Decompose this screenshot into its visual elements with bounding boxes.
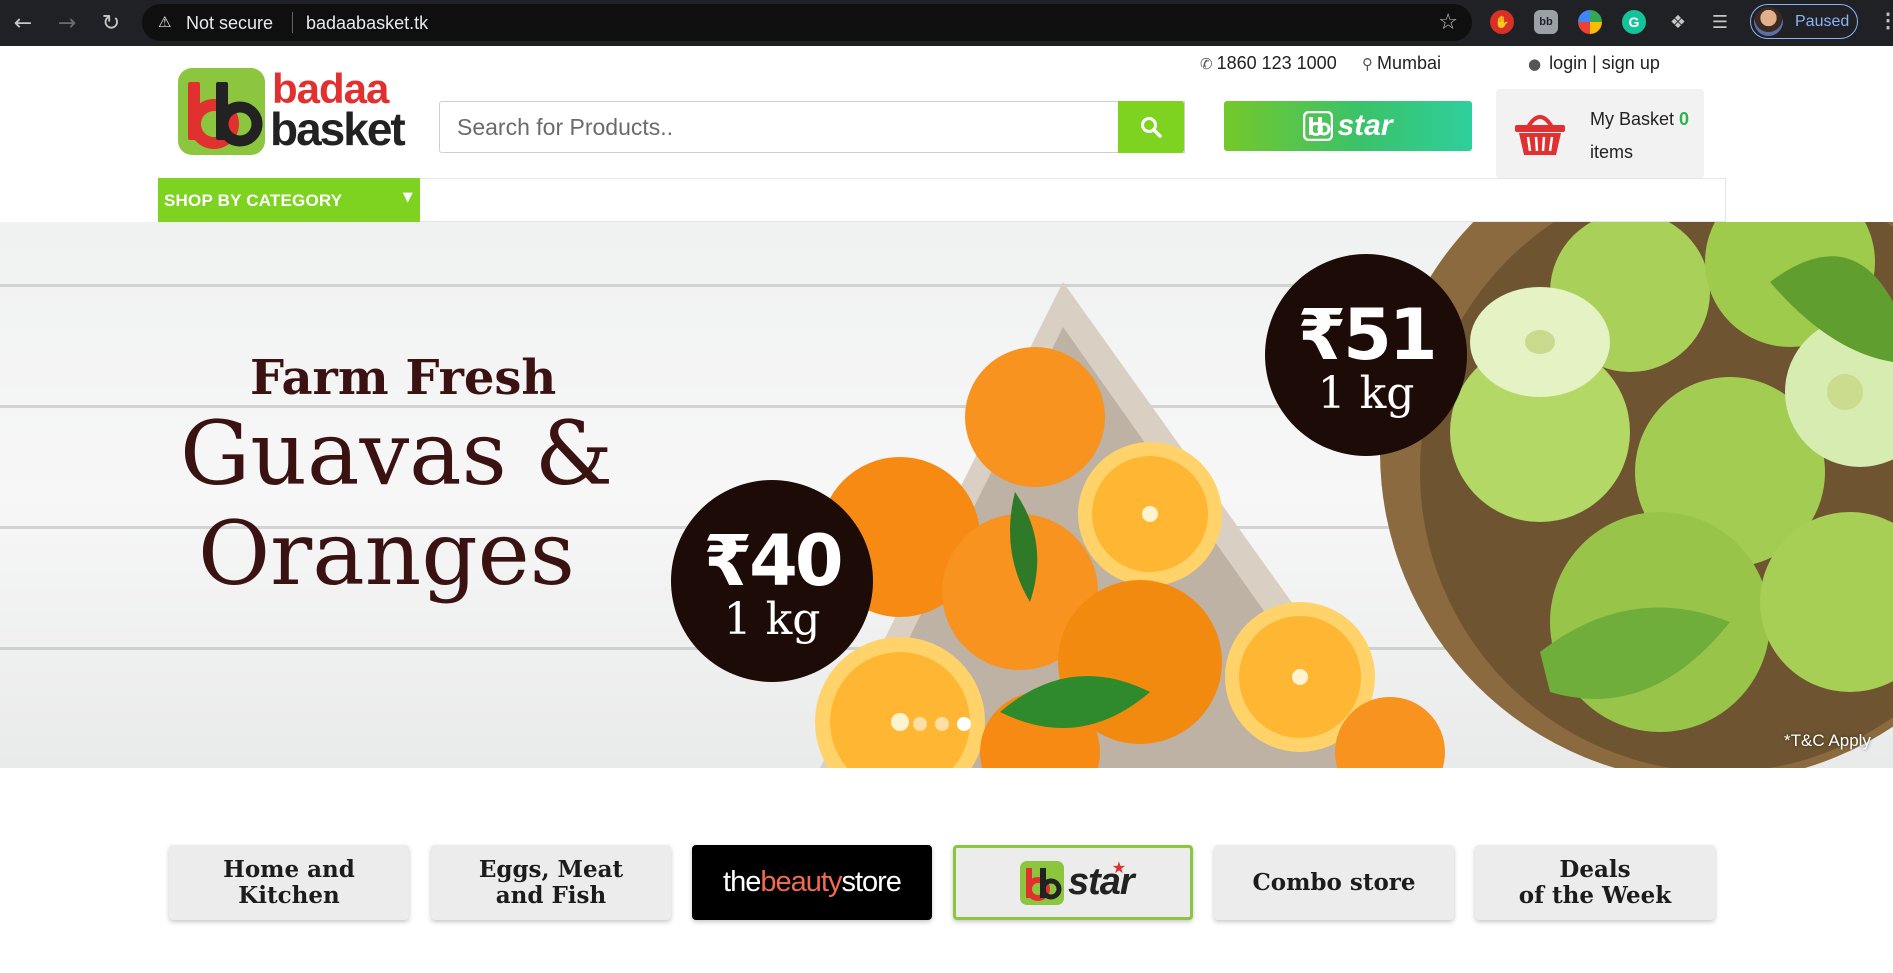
tile-label-line1: Deals [1559, 856, 1631, 884]
tile-home-and-kitchen[interactable]: Home and Kitchen [169, 845, 409, 920]
bb-logo-mark-icon [178, 68, 265, 155]
browser-toolbar: ← → ↻ ⚠ Not secure badaabasket.tk ☆ ✋ bb… [0, 0, 1893, 46]
avatar [1754, 7, 1783, 36]
basket-count: 0 [1679, 109, 1690, 129]
beauty-accent: beauty [760, 865, 842, 898]
carousel-dot-3-active[interactable] [957, 717, 971, 731]
adblock-extension-icon[interactable]: ✋ [1490, 10, 1514, 34]
login-label: login | sign up [1549, 53, 1660, 73]
not-secure-label[interactable]: Not secure [186, 13, 273, 34]
tile-combo-store[interactable]: Combo store [1214, 845, 1454, 920]
price-unit: 1 kg [723, 594, 821, 645]
bb-logo-icon [1019, 860, 1064, 905]
user-icon: ● [1528, 55, 1542, 73]
extensions-puzzle-icon[interactable]: ❖ [1666, 10, 1690, 34]
tile-label-line2: of the Week [1518, 881, 1672, 909]
phone-contact[interactable]: ✆ 1860 123 1000 [1200, 53, 1337, 74]
forward-arrow-icon[interactable]: → [52, 8, 82, 38]
hero-carousel[interactable]: Farm Fresh Guavas & Oranges ₹40 1 kg ₹51… [0, 222, 1893, 768]
site-logo[interactable]: badaa basket [178, 66, 406, 158]
caret-down-icon: ▼ [402, 190, 413, 205]
media-queue-icon[interactable]: ☰ [1708, 10, 1732, 34]
bookmark-star-icon[interactable]: ☆ [1438, 10, 1458, 35]
warning-icon: ⚠ [158, 13, 172, 31]
tile-label-line1: Combo store [1252, 868, 1416, 896]
omnibox-divider [292, 12, 293, 33]
colorful-extension-icon[interactable] [1578, 10, 1602, 34]
carousel-dot-2[interactable] [935, 717, 949, 731]
map-pin-icon: ⚲ [1362, 55, 1373, 73]
hero-title-line1: Guavas & [180, 402, 614, 505]
bbstar-promo-banner[interactable]: star [1224, 101, 1472, 151]
profile-status-label: Paused [1795, 12, 1850, 30]
location-selector[interactable]: ⚲ Mumbai [1362, 53, 1441, 74]
price-badge-oranges: ₹40 1 kg [671, 480, 873, 682]
tile-label-line1: Home and [223, 856, 355, 884]
terms-note: *T&C Apply [1784, 731, 1871, 750]
price-amount: ₹40 [703, 520, 843, 602]
shop-by-category-label: SHOP BY CATEGORY [164, 191, 343, 210]
url-text[interactable]: badaabasket.tk [306, 13, 428, 34]
bbstar-banner-label: star [1337, 109, 1393, 142]
bb-star-logo-icon [1303, 111, 1334, 141]
basket-title: My Basket [1590, 109, 1675, 129]
price-badge-guavas: ₹51 1 kg [1265, 254, 1467, 456]
grammarly-extension-icon[interactable]: G [1622, 10, 1646, 34]
beauty-suffix: store [841, 865, 901, 898]
carousel-dot-1[interactable] [913, 717, 927, 731]
search-icon [1141, 117, 1162, 138]
tile-label-line2: and Fish [495, 881, 607, 909]
tile-label-line2: Kitchen [238, 881, 340, 909]
search-input[interactable] [440, 102, 1184, 152]
price-unit: 1 kg [1317, 368, 1415, 419]
tile-beauty-store[interactable]: the beauty store [692, 845, 932, 920]
price-amount: ₹51 [1297, 294, 1437, 376]
logo-word-basket: basket [270, 103, 406, 155]
back-arrow-icon[interactable]: ← [8, 8, 38, 38]
shopping-basket-icon [1515, 115, 1565, 155]
profile-button[interactable]: Paused [1750, 4, 1858, 39]
hero-subtitle: Farm Fresh [250, 350, 557, 406]
beauty-prefix: the [723, 865, 761, 898]
star-icon: ★ [1111, 857, 1127, 877]
shop-by-category-button[interactable]: SHOP BY CATEGORY ▼ [158, 178, 420, 222]
search-button[interactable] [1118, 101, 1184, 153]
basket-summary[interactable]: My Basket 0 items [1496, 89, 1704, 178]
tile-bbstar[interactable]: star ★ [953, 845, 1193, 920]
phone-number: 1860 123 1000 [1216, 53, 1337, 73]
reload-icon[interactable]: ↻ [96, 8, 126, 38]
login-signup-link[interactable]: ● login | sign up [1528, 53, 1660, 74]
tile-deals-of-the-week[interactable]: Deals of the Week [1475, 845, 1715, 920]
phone-icon: ✆ [1200, 55, 1213, 73]
bb-extension-icon[interactable]: bb [1534, 10, 1558, 34]
basket-label: My Basket 0 [1590, 109, 1689, 130]
city-name: Mumbai [1377, 53, 1442, 73]
address-bar[interactable]: ⚠ Not secure badaabasket.tk ☆ [142, 4, 1472, 41]
tile-eggs-meat-fish[interactable]: Eggs, Meat and Fish [431, 845, 671, 920]
hero-title-line2: Oranges [198, 502, 575, 605]
search-box [439, 101, 1185, 153]
basket-items-label: items [1590, 142, 1634, 162]
tile-label-line1: Eggs, Meat [478, 856, 624, 884]
kebab-menu-icon[interactable]: ⋮ [1878, 8, 1893, 33]
